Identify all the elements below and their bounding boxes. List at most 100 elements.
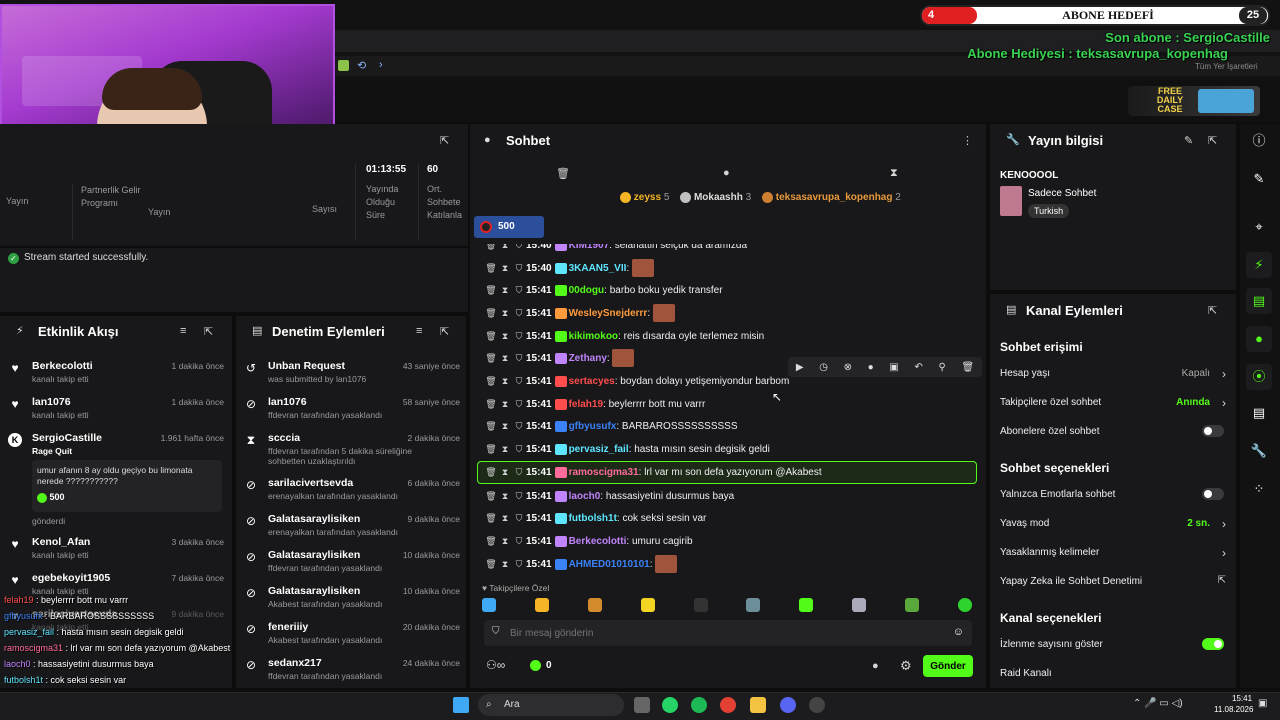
emote-icon[interactable]	[852, 598, 867, 612]
mod-target[interactable]: Galatasaraylisiken	[268, 549, 360, 561]
mod-target[interactable]: feneriiiy	[268, 621, 308, 633]
shield-icon[interactable]: ⛉	[512, 555, 526, 573]
trash-icon[interactable]: 🗑	[484, 417, 498, 435]
obs-icon[interactable]	[809, 697, 825, 713]
clock-time[interactable]: 15:41	[1232, 694, 1252, 703]
promo-banner[interactable]: FREE DAILY CASE	[1128, 86, 1260, 116]
mod-target[interactable]: sedanx217	[268, 657, 322, 669]
gifter-name[interactable]: Mokaashh	[694, 192, 743, 203]
emote-icon[interactable]	[957, 598, 972, 612]
hourglass-icon[interactable]: ⧗	[498, 487, 512, 505]
shield-icon[interactable]: ⛉	[512, 372, 526, 390]
mod-target[interactable]: lan1076	[268, 396, 307, 408]
mod-target[interactable]: sarilacivertsevda	[268, 477, 353, 489]
message-user[interactable]: WesleySnejderrr	[569, 308, 648, 319]
mod-target[interactable]: scccia	[268, 432, 300, 444]
filter-icon[interactable]: ≡	[416, 325, 422, 337]
bookmark-icon[interactable]: ›	[379, 59, 383, 71]
message-user[interactable]: 00dogu	[569, 285, 605, 296]
hourglass-icon[interactable]: ⧗	[498, 304, 512, 322]
mute-icon[interactable]: ⊗	[844, 362, 852, 373]
shield-icon[interactable]: ⛉	[512, 463, 526, 481]
windows-start-icon[interactable]	[453, 697, 469, 713]
message-user[interactable]: kikimokoo	[569, 331, 618, 342]
whatsapp-icon[interactable]	[662, 697, 678, 713]
infinity-icon[interactable]: ⚇∞	[486, 658, 505, 672]
channel-setting-row[interactable]: Takipçilere özel sohbet Anında ›	[1000, 396, 1226, 410]
bolt-icon[interactable]: ⚡	[1246, 252, 1272, 278]
trash-icon[interactable]: 🗑	[484, 463, 498, 481]
more-options-icon[interactable]: ⋮	[962, 134, 973, 147]
pinned-kicks[interactable]: 500	[474, 216, 544, 238]
pencil-icon[interactable]: ✎	[1246, 166, 1272, 192]
shield-icon[interactable]: ⛉	[512, 532, 526, 550]
channel-setting-row[interactable]: Yapay Zeka ile Sohbet Denetimi ⇱	[1000, 575, 1226, 587]
chevron-right-icon[interactable]: ›	[1222, 396, 1226, 410]
drag-icon[interactable]: ⁘	[1246, 476, 1272, 502]
popout-icon[interactable]: ⇱	[1208, 134, 1217, 147]
trash-icon[interactable]: 🗑	[556, 167, 570, 180]
message-user[interactable]: ramoscigma31	[569, 467, 639, 478]
hourglass-icon[interactable]: ⧗	[498, 259, 512, 277]
emote-icon[interactable]	[905, 598, 919, 612]
hourglass-icon[interactable]: ⧗	[498, 463, 512, 481]
play-icon[interactable]: ▶	[796, 362, 804, 373]
chat-input[interactable]	[510, 624, 940, 642]
tray-icons[interactable]: ⌃ 🎤 ▭ ◁)	[1133, 698, 1183, 709]
channel-setting-row[interactable]: İzlenme sayısını göster	[1000, 638, 1226, 650]
clock-date[interactable]: 11.08.2026	[1214, 705, 1253, 714]
hourglass-icon[interactable]: ⧗	[498, 440, 512, 458]
channel-setting-row[interactable]: Hesap yaşı Kapalı ›	[1000, 367, 1226, 381]
message-user[interactable]: Zethany	[569, 353, 607, 364]
edit-icon[interactable]: ✎	[1184, 134, 1193, 147]
trash-icon[interactable]: 🗑	[484, 327, 498, 345]
hourglass-icon[interactable]: ⧗	[890, 167, 898, 180]
emote-icon[interactable]	[587, 598, 602, 612]
trash-icon[interactable]: 🗑	[484, 372, 498, 390]
copy-icon[interactable]: ▣	[889, 362, 898, 373]
category-name[interactable]: Sadece Sohbet	[1028, 188, 1096, 199]
spotify-icon[interactable]	[691, 697, 707, 713]
chat-input-box[interactable]: ⛉ ☺	[484, 620, 972, 646]
trash-icon[interactable]: 🗑	[484, 555, 498, 573]
channel-setting-row[interactable]: Abonelere özel sohbet	[1000, 425, 1226, 437]
all-bookmarks-link[interactable]: Tüm Yer İşaretleri	[1195, 62, 1258, 71]
popout-icon[interactable]: ⇱	[440, 325, 449, 338]
info-icon[interactable]: ⓘ	[1246, 128, 1272, 154]
message-user[interactable]: Berkecolotti	[569, 536, 627, 547]
clock-icon[interactable]: ◷	[819, 362, 828, 373]
shield-icon[interactable]: ⛉	[512, 349, 526, 367]
shield-icon[interactable]: ⛉	[512, 327, 526, 345]
trash-icon[interactable]: 🗑	[484, 304, 498, 322]
popout-icon[interactable]: ⇱	[204, 325, 213, 338]
message-user[interactable]: futbolsh1t	[569, 513, 617, 524]
popout-icon[interactable]: ⇱	[1208, 304, 1217, 317]
hourglass-icon[interactable]: ⧗	[498, 349, 512, 367]
trash-icon[interactable]: 🗑	[961, 362, 974, 373]
send-button[interactable]: Gönder	[923, 655, 973, 677]
server-icon[interactable]: ▤	[1246, 400, 1272, 426]
emote-icon[interactable]	[746, 598, 761, 612]
trash-icon[interactable]: 🗑	[484, 395, 498, 413]
message-user[interactable]: AHMED01010101	[569, 559, 650, 570]
message-user[interactable]: felah19	[569, 399, 603, 410]
event-user[interactable]: Berkecolotti	[32, 360, 93, 372]
trash-icon[interactable]: 🗑	[484, 440, 498, 458]
chat-mode-icon[interactable]: ●	[723, 167, 730, 179]
shield-icon[interactable]: ⛉	[512, 259, 526, 277]
discord-icon[interactable]	[780, 697, 796, 713]
popout-icon[interactable]: ⇱	[440, 134, 449, 147]
bookmark-icon[interactable]	[338, 60, 349, 71]
message-user[interactable]: laoch0	[569, 491, 601, 502]
emote-icon[interactable]	[482, 598, 496, 612]
shield-icon[interactable]: ⛉	[512, 509, 526, 527]
document-icon[interactable]: ▤	[1246, 288, 1272, 314]
message-user[interactable]: 3KAAN5_VII	[569, 263, 627, 274]
chrome-icon[interactable]	[720, 697, 736, 713]
chat-bubble-icon[interactable]: ●	[872, 660, 879, 672]
channel-setting-row[interactable]: Yalnızca Emotlarla sohbet	[1000, 488, 1226, 500]
task-view-icon[interactable]	[634, 697, 650, 713]
message-user[interactable]: sertacyes	[569, 376, 615, 387]
shield-icon[interactable]: ⛉	[512, 281, 526, 299]
channel-setting-row[interactable]: Yasaklanmış kelimeler ›	[1000, 546, 1226, 560]
